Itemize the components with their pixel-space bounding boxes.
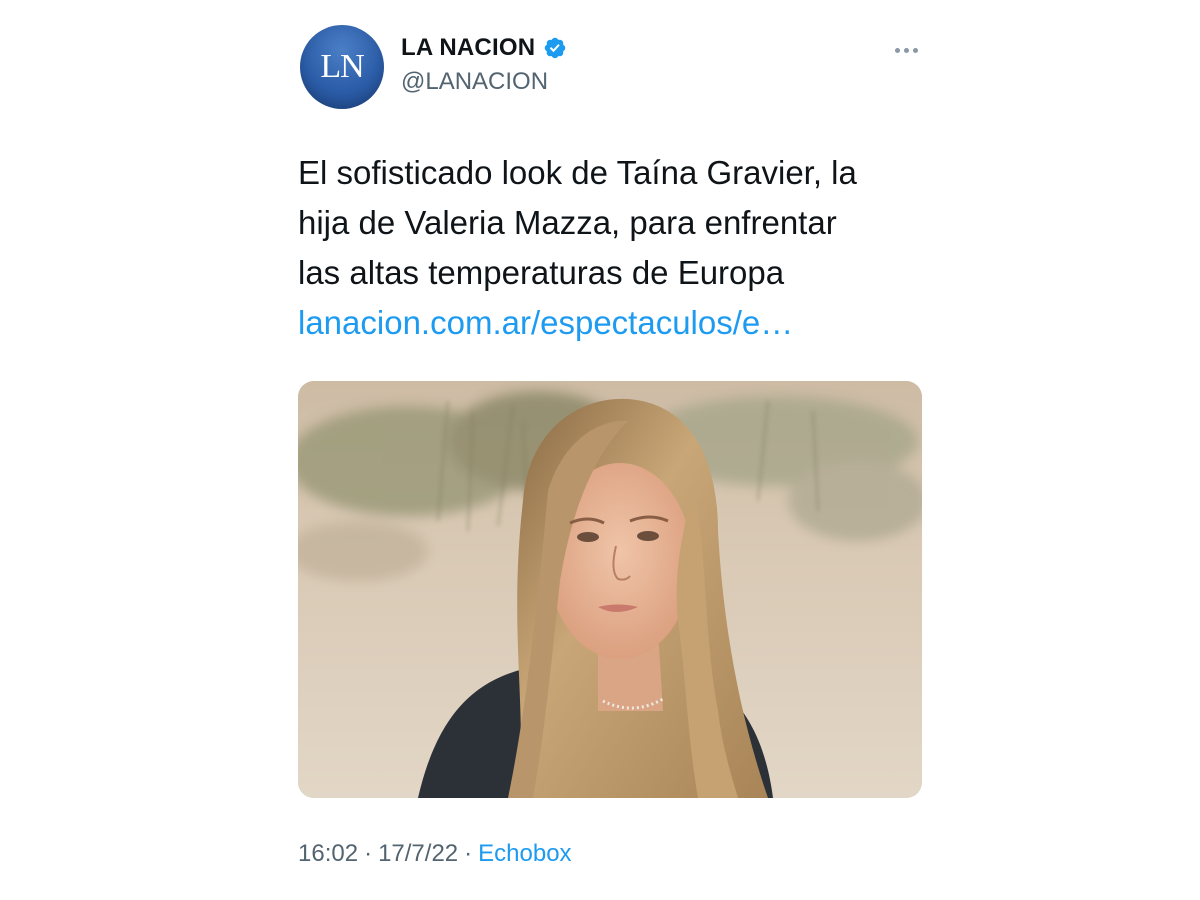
- tweet-date[interactable]: 17/7/22: [378, 840, 458, 867]
- portrait-photo-illustration: [298, 381, 922, 798]
- avatar-logo-text: LN: [320, 48, 364, 85]
- more-options-icon[interactable]: [890, 40, 922, 60]
- verified-badge-icon: [544, 37, 566, 59]
- meta-separator: ·: [464, 840, 473, 867]
- more-dot: [894, 47, 900, 53]
- tweet-meta: 16:02 · 17/7/22 · Echobox: [298, 840, 572, 868]
- tweet-card: LN LA NACION @LANACION El sofisticado lo…: [0, 0, 1200, 900]
- account-name-row[interactable]: LA NACION: [401, 34, 567, 62]
- tweet-text: El sofisticado look de Taína Gravier, la…: [298, 148, 938, 348]
- avatar[interactable]: LN: [300, 25, 384, 109]
- tweet-text-line: El sofisticado look de Taína Gravier, la: [298, 154, 857, 191]
- meta-separator: ·: [364, 840, 373, 867]
- display-name[interactable]: LA NACION: [401, 34, 535, 62]
- account-handle[interactable]: @LANACION: [401, 68, 548, 96]
- more-dot: [912, 47, 918, 53]
- tweet-text-line: las altas temperaturas de Europa: [298, 254, 785, 291]
- tweet-text-line: hija de Valeria Mazza, para enfrentar: [298, 204, 837, 241]
- article-link[interactable]: lanacion.com.ar/espectaculos/e…: [298, 304, 793, 341]
- tweet-photo[interactable]: [298, 381, 922, 798]
- tweet-source[interactable]: Echobox: [478, 840, 571, 867]
- tweet-time[interactable]: 16:02: [298, 840, 358, 867]
- more-dot: [903, 47, 909, 53]
